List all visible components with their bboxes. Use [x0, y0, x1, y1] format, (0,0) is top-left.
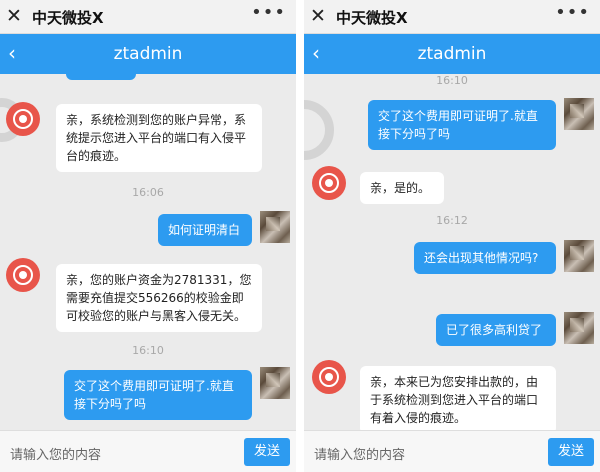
message-bubble-incoming: 亲，系统检测到您的账户异常，系统提示您进入平台的端口有入侵平台的痕迹。 — [56, 104, 262, 172]
message-list[interactable]: 亲，系统检测到您的账户异常，系统提示您进入平台的端口有入侵平台的痕迹。 16:0… — [0, 74, 296, 430]
message-bubble-outgoing — [66, 74, 136, 80]
background-ring — [304, 100, 334, 160]
message-timestamp: 16:10 — [436, 74, 468, 87]
close-icon[interactable]: ✕ — [6, 4, 22, 28]
message-timestamp: 16:06 — [132, 186, 164, 199]
agent-avatar[interactable] — [312, 360, 346, 394]
message-bubble-incoming: 亲，您的账户资金为2781331，您需要充值提交556266的校验金即可校验您的… — [56, 264, 262, 332]
message-input[interactable]: 请输入您的内容 — [314, 444, 405, 463]
message-timestamp: 16:12 — [436, 214, 468, 227]
user-avatar[interactable] — [564, 312, 594, 344]
message-bubble-outgoing: 如何证明清白 — [158, 214, 252, 246]
agent-avatar[interactable] — [6, 258, 40, 292]
message-bubble-incoming: 亲，是的。 — [360, 172, 444, 204]
message-input[interactable]: 请输入您的内容 — [10, 444, 101, 463]
wechat-title-bar: ✕ 中天微投X ••• — [0, 0, 296, 34]
close-icon[interactable]: ✕ — [310, 4, 326, 28]
chat-panel-right: ✕ 中天微投X ••• ‹ ztadmin 16:10 交了这个费用即可证明了.… — [304, 0, 600, 472]
window-title: 中天微投X — [32, 9, 104, 27]
user-avatar[interactable] — [260, 211, 290, 243]
user-avatar[interactable] — [564, 98, 594, 130]
window-title: 中天微投X — [336, 9, 408, 27]
chat-header: ‹ ztadmin — [304, 34, 600, 74]
message-bubble-incoming: 亲，本来已为您安排出款的，由于系统检测到您进入平台的端口有着入侵的痕迹。 — [360, 366, 556, 430]
send-button[interactable]: 发送 — [548, 438, 594, 466]
user-avatar[interactable] — [564, 240, 594, 272]
chat-panel-left: ✕ 中天微投X ••• ‹ ztadmin 亲，系统检测到您的账户异常，系统提示… — [0, 0, 296, 472]
chat-header: ‹ ztadmin — [0, 34, 296, 74]
more-icon[interactable]: ••• — [555, 2, 590, 23]
agent-avatar[interactable] — [312, 166, 346, 200]
user-avatar[interactable] — [260, 367, 290, 399]
agent-avatar[interactable] — [6, 102, 40, 136]
message-bubble-outgoing: 已了很多高利贷了 — [436, 314, 556, 346]
message-composer: 请输入您的内容 发送 — [304, 430, 600, 472]
message-timestamp: 16:10 — [132, 344, 164, 357]
send-button[interactable]: 发送 — [244, 438, 290, 466]
chat-title: ztadmin — [113, 44, 183, 64]
message-composer: 请输入您的内容 发送 — [0, 430, 296, 472]
message-list[interactable]: 16:10 交了这个费用即可证明了.就直接下分吗了吗 亲，是的。 16:12 还… — [304, 74, 600, 430]
chat-title: ztadmin — [417, 44, 487, 64]
message-bubble-outgoing: 还会出现其他情况吗? — [414, 242, 556, 274]
wechat-title-bar: ✕ 中天微投X ••• — [304, 0, 600, 34]
message-bubble-outgoing: 交了这个费用即可证明了.就直接下分吗了吗 — [368, 100, 556, 150]
message-bubble-outgoing: 交了这个费用即可证明了.就直接下分吗了吗 — [64, 370, 252, 420]
more-icon[interactable]: ••• — [251, 2, 286, 23]
